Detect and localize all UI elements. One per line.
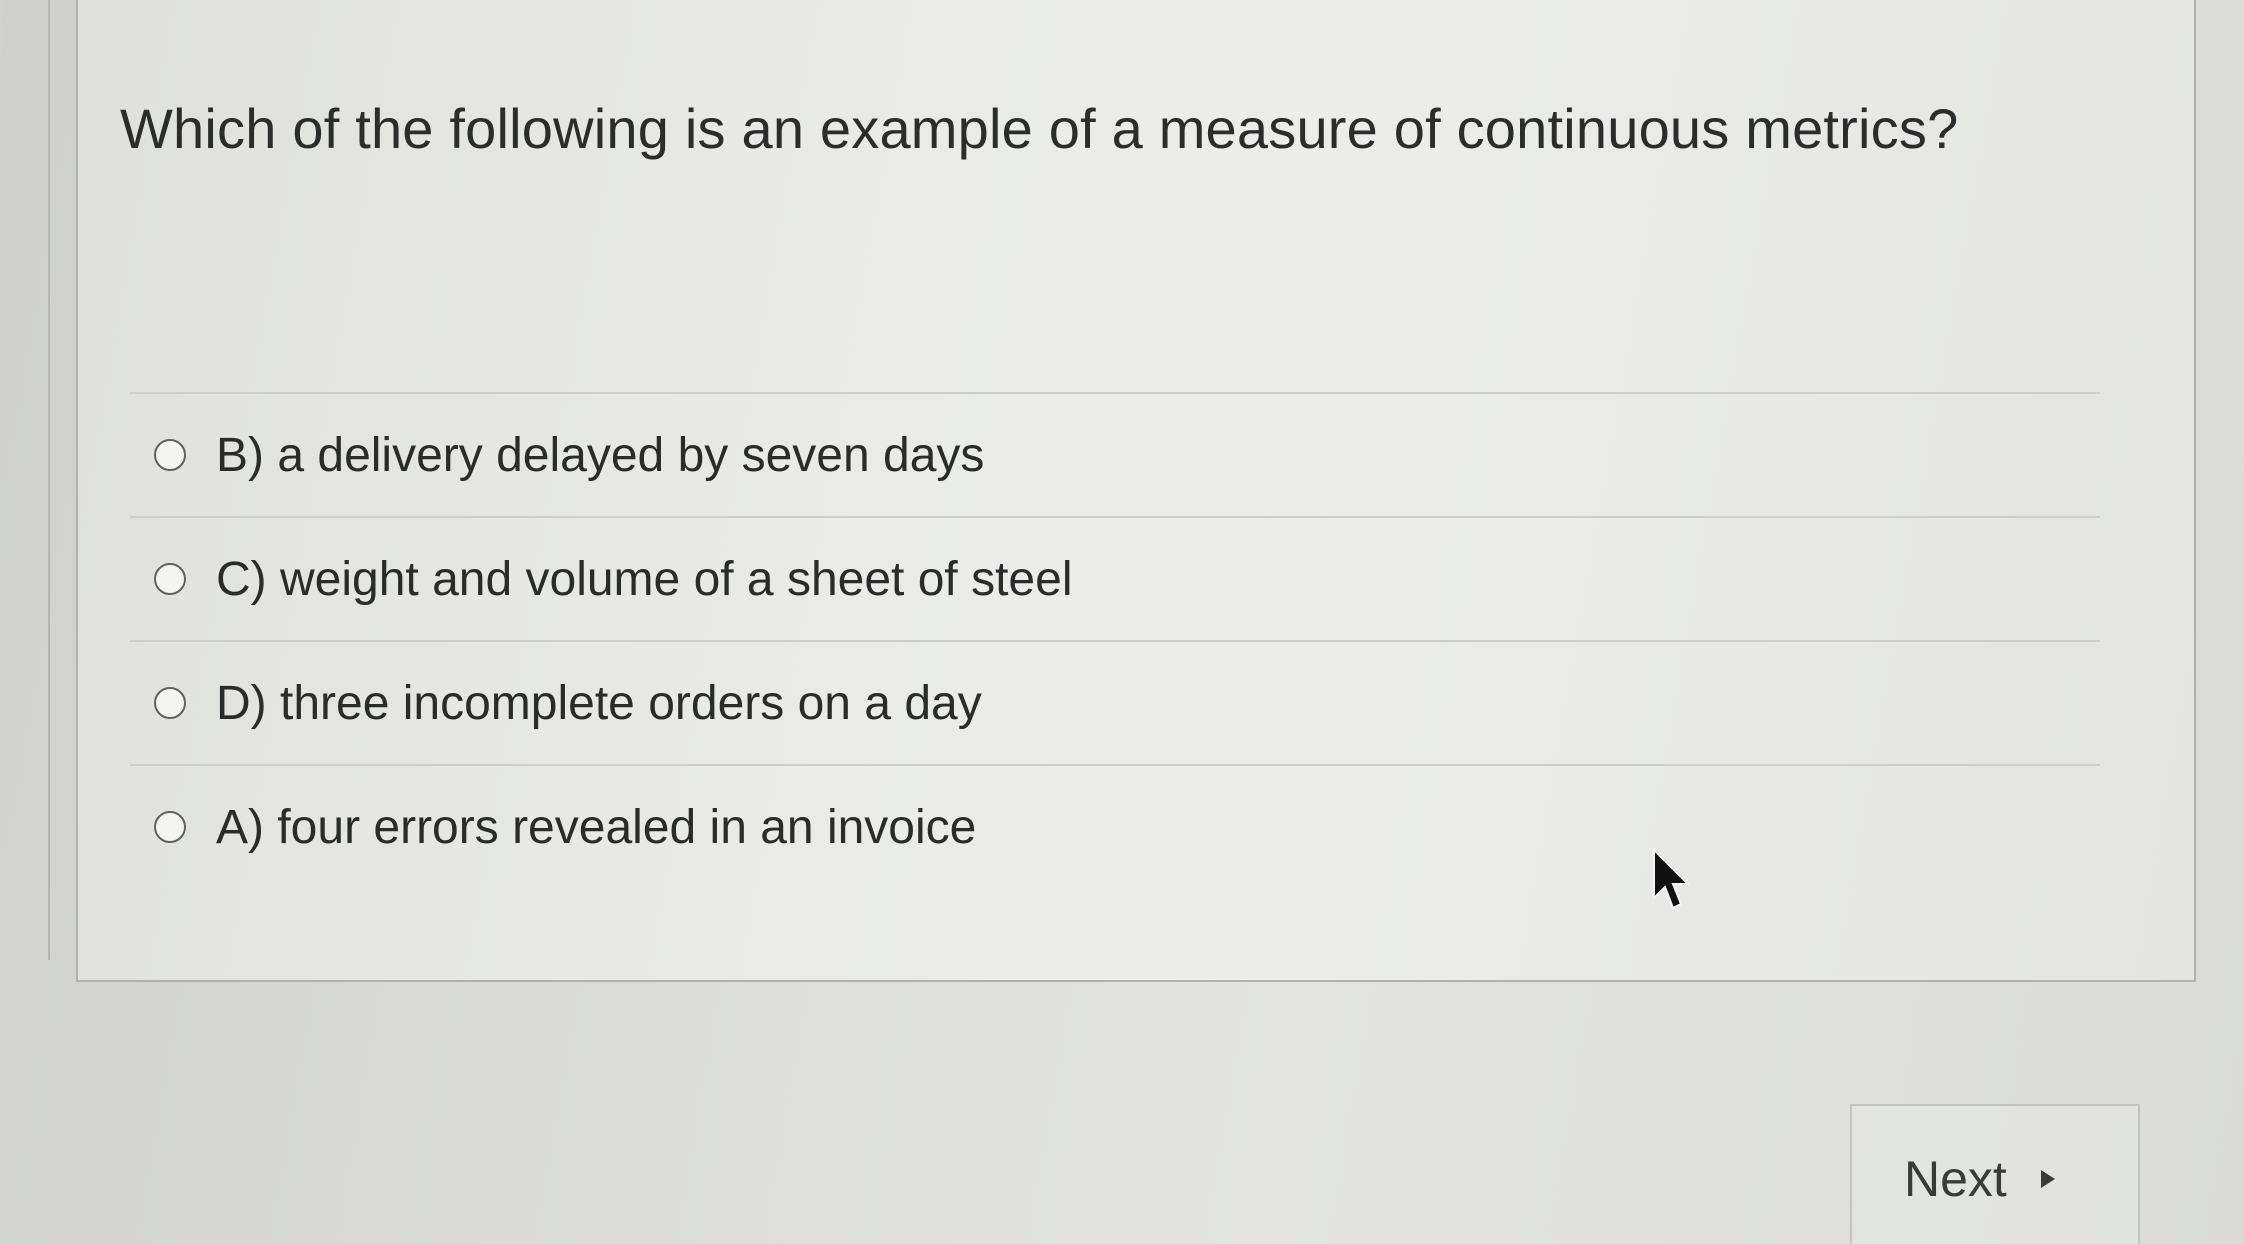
next-button-label: Next [1904,1151,2007,1207]
play-arrow-icon [2040,1170,2055,1188]
next-button[interactable]: Next [1850,1104,2140,1244]
option-a-label[interactable]: A) four errors revealed in an invoice [216,800,976,855]
radio-button-d[interactable] [154,687,186,719]
option-b-label[interactable]: B) a delivery delayed by seven days [216,428,984,483]
mouse-pointer-icon [1653,848,1691,910]
option-a[interactable]: A) four errors revealed in an invoice [130,764,2100,888]
answer-options: B) a delivery delayed by seven days C) w… [130,392,2100,888]
question-text: Which of the following is an example of … [120,97,1959,160]
option-c[interactable]: C) weight and volume of a sheet of steel [130,516,2100,640]
option-d-label[interactable]: D) three incomplete orders on a day [216,676,982,731]
page-left-border [48,0,50,960]
radio-button-a[interactable] [154,811,186,843]
radio-button-c[interactable] [154,563,186,595]
radio-button-b[interactable] [154,439,186,471]
option-c-label[interactable]: C) weight and volume of a sheet of steel [216,552,1072,607]
option-b[interactable]: B) a delivery delayed by seven days [130,392,2100,516]
option-d[interactable]: D) three incomplete orders on a day [130,640,2100,764]
